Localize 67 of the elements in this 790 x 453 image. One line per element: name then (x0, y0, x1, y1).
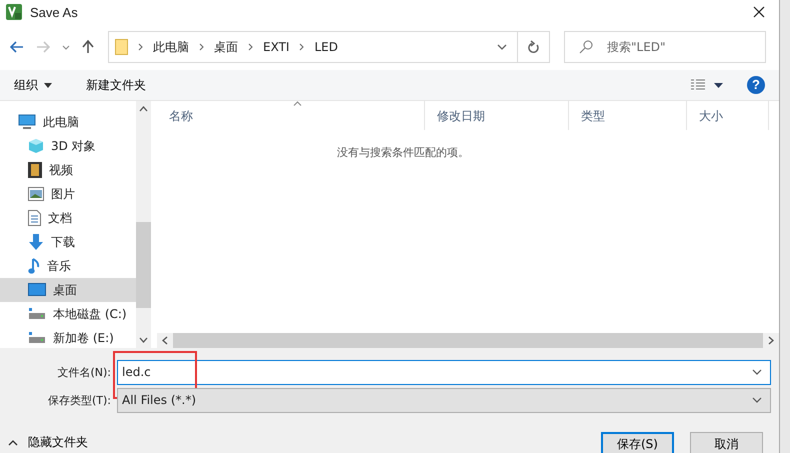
up-arrow-icon[interactable] (82, 40, 94, 54)
new-folder-button[interactable]: 新建文件夹 (80, 74, 152, 96)
cancel-button[interactable]: 取消 (690, 432, 763, 453)
drive-icon (28, 332, 46, 344)
address-bar[interactable]: 此电脑 桌面 EXTI LED (108, 31, 550, 63)
music-note-icon (28, 258, 40, 274)
sidebar-item[interactable]: 下载 (0, 230, 136, 254)
chevron-down-icon[interactable] (497, 44, 507, 50)
caret-icon (44, 82, 52, 88)
folder-icon (115, 39, 128, 55)
film-icon (28, 162, 42, 178)
column-header[interactable]: 名称 (157, 101, 425, 130)
breadcrumb-item[interactable]: LED (314, 40, 338, 54)
chevron-down-icon[interactable] (752, 397, 762, 403)
desktop-icon (28, 283, 46, 297)
view-options-icon[interactable] (690, 79, 706, 91)
chevron-right-icon (299, 43, 304, 51)
picture-icon (28, 187, 44, 201)
field-label: 保存类型(T): (46, 392, 112, 408)
save-button[interactable]: 保存(S) (601, 432, 674, 453)
chevron-down-icon[interactable] (752, 369, 762, 375)
field-label: 文件名(N): (56, 364, 112, 380)
sidebar-item[interactable]: 音乐 (0, 254, 136, 278)
chevron-down-icon[interactable] (62, 44, 70, 50)
cube-icon (28, 138, 44, 154)
vertical-scrollbar[interactable] (136, 101, 151, 348)
empty-message: 没有与搜索条件匹配的项。 (337, 145, 469, 159)
search-field[interactable]: 搜索"LED" (564, 31, 766, 63)
sidebar-item[interactable]: 桌面 (0, 278, 136, 302)
document-icon (28, 210, 41, 226)
refresh-icon[interactable] (528, 40, 540, 54)
horizontal-scrollbar[interactable] (157, 333, 779, 348)
sidebar-item[interactable]: 新加卷 (E:) (0, 326, 136, 350)
chevron-up-icon[interactable] (139, 106, 148, 112)
chevron-right-icon (138, 43, 143, 51)
breadcrumb-item[interactable]: 桌面 (214, 38, 238, 56)
sidebar-item[interactable]: 视频 (0, 158, 136, 182)
sidebar-item[interactable]: 本地磁盘 (C:) (0, 302, 136, 326)
app-logo-icon (6, 4, 22, 20)
chevron-right-icon (248, 43, 253, 51)
chevron-down-icon[interactable] (139, 337, 148, 343)
drive-icon (28, 308, 46, 320)
column-header[interactable]: 类型 (569, 101, 687, 130)
column-header[interactable]: 大小 (687, 101, 769, 130)
close-icon[interactable] (753, 6, 765, 18)
breadcrumb-item[interactable]: 此电脑 (153, 38, 189, 56)
computer-icon (18, 114, 36, 130)
help-button[interactable]: ? (747, 76, 765, 94)
breadcrumb-item[interactable]: EXTI (263, 40, 290, 54)
file-name-field[interactable]: led.c (117, 360, 771, 384)
back-arrow-icon[interactable] (10, 41, 24, 53)
chevron-right-icon (199, 43, 204, 51)
chevron-right-icon[interactable] (768, 336, 774, 345)
sidebar-item[interactable]: 3D 对象 (0, 134, 136, 158)
sidebar-item[interactable]: 图片 (0, 182, 136, 206)
hide-folders-toggle[interactable]: 隐藏文件夹 (0, 434, 88, 453)
search-icon (579, 40, 593, 54)
sidebar-item[interactable]: 文档 (0, 206, 136, 230)
sidebar-item[interactable]: 此电脑 (0, 110, 136, 134)
chevron-up-icon (8, 440, 18, 446)
organize-button[interactable]: 组织 (8, 74, 58, 96)
file-type-dropdown[interactable]: All Files (*.*) (117, 388, 771, 412)
caret-icon[interactable] (714, 82, 723, 88)
window-title: Save As (30, 4, 78, 20)
column-header[interactable]: 修改日期 (425, 101, 569, 130)
chevron-left-icon[interactable] (162, 336, 168, 345)
down-arrow-icon (28, 234, 44, 250)
